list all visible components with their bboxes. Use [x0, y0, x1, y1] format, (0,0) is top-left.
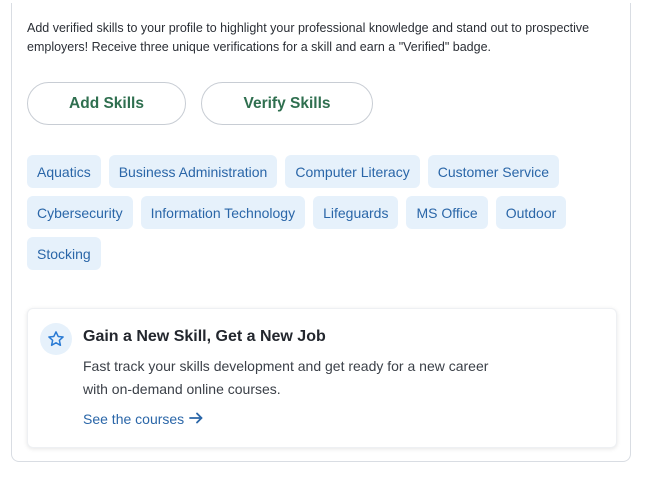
skill-chip-cybersecurity[interactable]: Cybersecurity [27, 196, 133, 229]
verify-skills-button[interactable]: Verify Skills [201, 82, 373, 125]
skill-chip-outdoor[interactable]: Outdoor [495, 196, 567, 229]
skills-list: Aquatics Business Administration Compute… [27, 155, 587, 270]
course-promo-card: Gain a New Skill, Get a New Job Fast tra… [27, 308, 617, 448]
skill-chip-information-technology[interactable]: Information Technology [140, 196, 306, 229]
see-courses-link[interactable]: See the courses [83, 411, 203, 427]
promo-description: Fast track your skills development and g… [83, 358, 489, 397]
skill-chip-computer-literacy[interactable]: Computer Literacy [285, 155, 420, 188]
skill-chip-customer-service[interactable]: Customer Service [427, 155, 559, 188]
arrow-right-icon [189, 411, 203, 427]
see-courses-label: See the courses [83, 411, 185, 427]
skills-intro-text: Add verified skills to your profile to h… [27, 21, 590, 54]
skill-chip-stocking[interactable]: Stocking [27, 237, 101, 270]
skill-chip-ms-office[interactable]: MS Office [406, 196, 488, 229]
skill-chip-lifeguards[interactable]: Lifeguards [313, 196, 399, 229]
skill-chip-aquatics[interactable]: Aquatics [27, 155, 101, 188]
skills-actions: Add Skills Verify Skills [27, 82, 373, 125]
star-icon [40, 323, 72, 355]
add-skills-button[interactable]: Add Skills [27, 82, 186, 125]
skill-chip-business-administration[interactable]: Business Administration [108, 155, 278, 188]
promo-title: Gain a New Skill, Get a New Job [83, 328, 326, 345]
